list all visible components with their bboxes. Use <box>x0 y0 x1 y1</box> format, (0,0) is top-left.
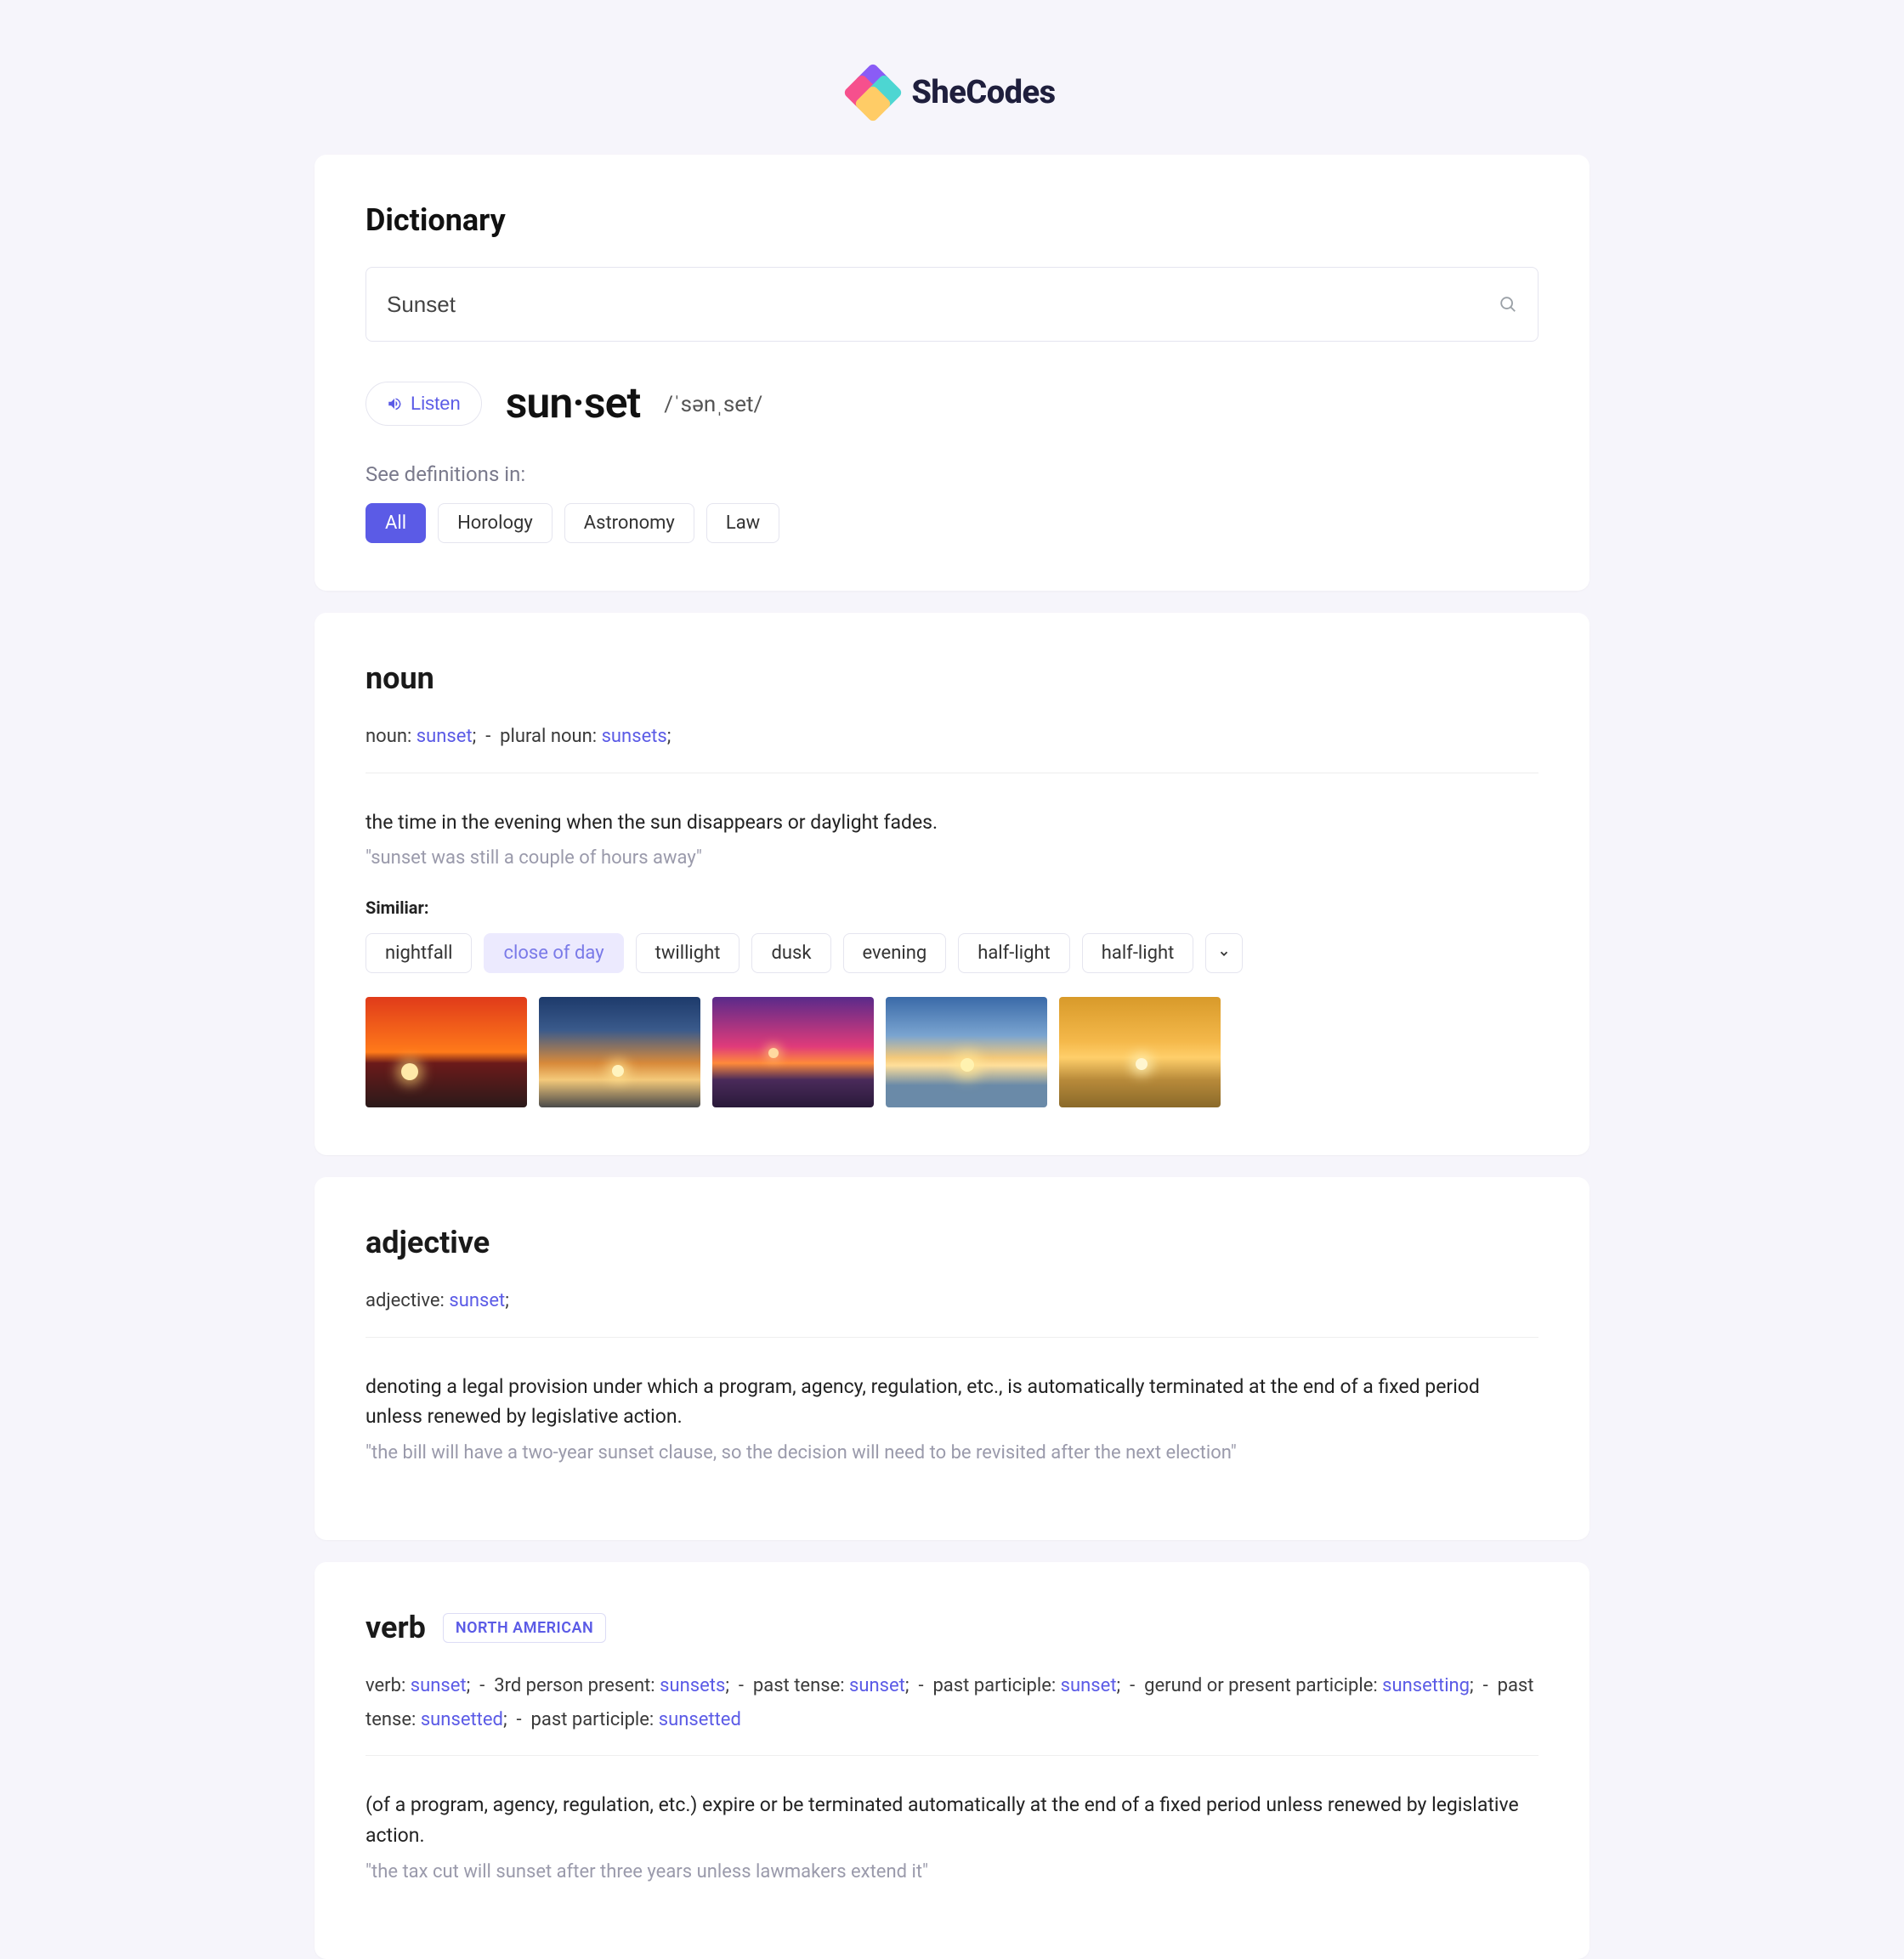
word-forms: adjective: sunset; <box>366 1284 1538 1338</box>
definition-text: denoting a legal provision under which a… <box>366 1372 1538 1432</box>
search-bar <box>366 267 1538 342</box>
category-pill-law[interactable]: Law <box>706 503 779 543</box>
category-pill-astronomy[interactable]: Astronomy <box>564 503 694 543</box>
entry-card-noun: noun noun: sunset; - plural noun: sunsets… <box>314 613 1590 1155</box>
search-icon[interactable] <box>1499 295 1517 314</box>
category-pill-all[interactable]: All <box>366 503 426 543</box>
similar-pills: nightfall close of day twillight dusk evenin… <box>366 933 1538 973</box>
page-title: Dictionary <box>366 202 1538 238</box>
image-thumbnails <box>366 997 1538 1107</box>
similar-pill[interactable]: half-light <box>958 933 1070 973</box>
similar-pill[interactable]: close of day <box>484 933 623 973</box>
similar-pill[interactable]: dusk <box>751 933 830 973</box>
entry-card-adjective: adjective adjective: sunset; denoting a le… <box>314 1177 1590 1540</box>
listen-button[interactable]: Listen <box>366 382 482 426</box>
similar-pill[interactable]: half-light <box>1082 933 1194 973</box>
word-forms: noun: sunset; - plural noun: sunsets; <box>366 720 1538 773</box>
brand-header: SheCodes <box>314 68 1590 121</box>
result-thumbnail[interactable] <box>886 997 1047 1107</box>
word-header-row: Listen sun·set /ˈsənˌset/ <box>366 379 1538 428</box>
definition-text: the time in the evening when the sun dis… <box>366 807 1538 838</box>
brand-logo[interactable]: SheCodes <box>848 68 1055 117</box>
headword: sun·set <box>506 379 641 428</box>
brand-name: SheCodes <box>911 74 1055 111</box>
search-input[interactable] <box>387 292 1499 318</box>
category-pills: All Horology Astronomy Law <box>366 503 1538 543</box>
definition-text: (of a program, agency, regulation, etc.)… <box>366 1790 1538 1850</box>
similar-pill[interactable]: evening <box>843 933 947 973</box>
similar-pill[interactable]: nightfall <box>366 933 472 973</box>
result-thumbnail[interactable] <box>1059 997 1221 1107</box>
example-text: "the tax cut will sunset after three yea… <box>366 1861 1538 1883</box>
expand-similar-button[interactable] <box>1205 933 1243 973</box>
region-tag: NORTH AMERICAN <box>443 1613 606 1643</box>
similar-label: Similiar: <box>366 897 1538 918</box>
example-text: "the bill will have a two-year sunset cl… <box>366 1442 1538 1464</box>
similar-pill[interactable]: twillight <box>636 933 740 973</box>
category-pill-horology[interactable]: Horology <box>438 503 552 543</box>
chevron-down-icon <box>1218 948 1230 960</box>
see-definitions-label: See definitions in: <box>366 462 1538 486</box>
pos-title: noun <box>366 660 434 696</box>
logo-icon <box>848 68 898 117</box>
entry-card-verb: verb NORTH AMERICAN verb: sunset; - 3rd pe… <box>314 1562 1590 1958</box>
result-thumbnail[interactable] <box>366 997 527 1107</box>
result-thumbnail[interactable] <box>539 997 700 1107</box>
speaker-icon <box>387 396 402 411</box>
word-forms: verb: sunset; - 3rd person present: suns… <box>366 1669 1538 1756</box>
listen-label: Listen <box>411 393 461 415</box>
pronunciation: /ˈsənˌset/ <box>664 391 762 417</box>
pos-title: adjective <box>366 1225 490 1260</box>
pos-title: verb <box>366 1610 426 1645</box>
search-card: Dictionary Listen sun·set /ˈsənˌset/ See… <box>314 155 1590 591</box>
result-thumbnail[interactable] <box>712 997 874 1107</box>
example-text: "sunset was still a couple of hours away… <box>366 847 1538 869</box>
